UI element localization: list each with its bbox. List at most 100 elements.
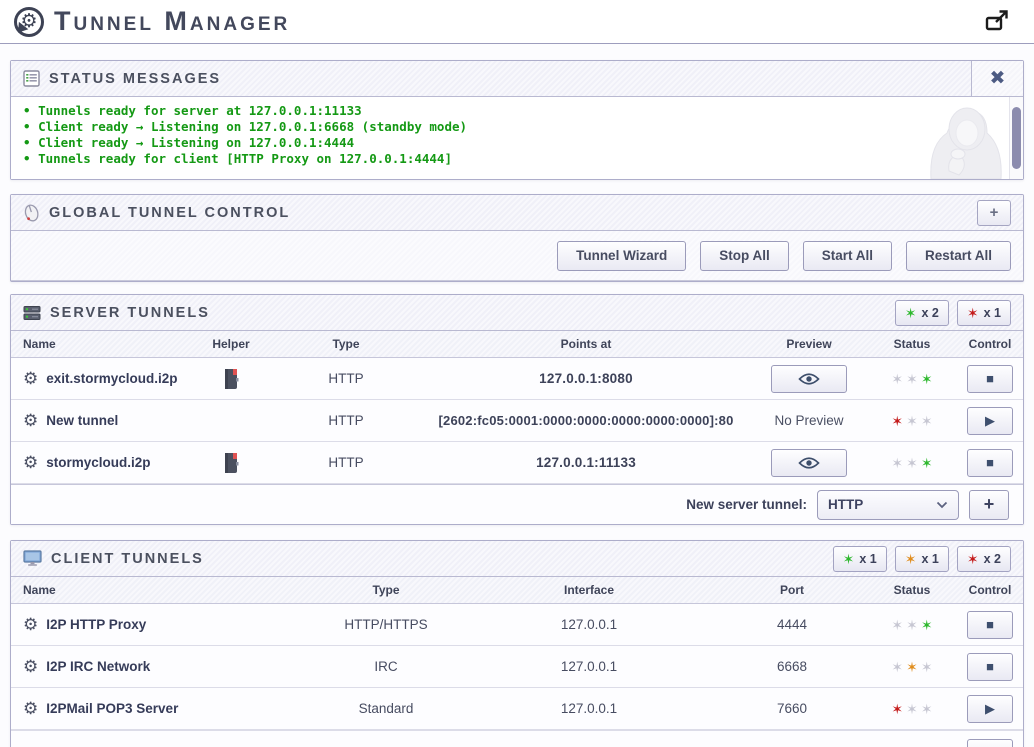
server-tunnel-row: ⚙New tunnel HTTP [2602:fc05:0001:0000:00… — [11, 400, 1023, 442]
client-table-header: Name Type Interface Port Status Control — [11, 577, 1023, 604]
console-message: Tunnels ready for server at 127.0.0.1:11… — [23, 103, 901, 119]
red-star-icon: ✶ — [967, 306, 979, 320]
global-control-title: Global Tunnel Control — [49, 205, 290, 221]
gear-bubble-icon: ⚙ — [20, 12, 37, 31]
new-server-tunnel-select[interactable]: HTTP — [817, 490, 959, 520]
orange-star-icon: ✶ — [906, 660, 918, 674]
gear-icon: ⚙ — [23, 700, 38, 717]
col-control: Control — [957, 583, 1023, 597]
gear-icon: ⚙ — [23, 370, 38, 387]
gray-star-icon: ✶ — [891, 456, 903, 470]
stopped-count-badge[interactable]: ✶x 2 — [957, 546, 1011, 572]
tunnel-name: I2PMail POP3 Server — [46, 701, 178, 716]
preview-button[interactable] — [771, 365, 847, 393]
control-button-partial[interactable] — [967, 739, 1013, 747]
client-tunnel-row: ⚙I2P HTTP Proxy HTTP/HTTPS 127.0.0.1 444… — [11, 604, 1023, 646]
badge-count: x 1 — [984, 306, 1001, 320]
col-control: Control — [957, 337, 1023, 351]
tunnel-name-link[interactable]: ⚙ I2PMail POP3 Server — [23, 700, 178, 717]
tunnel-name-link[interactable]: ⚙I2P IRC Network — [23, 658, 150, 675]
status-messages-title: Status Messages — [49, 71, 221, 87]
tunnel-name-link[interactable]: ⚙ New tunnel — [23, 412, 118, 429]
stop-tunnel-button[interactable]: ■ — [967, 365, 1013, 393]
col-points-at: Points at — [421, 337, 751, 351]
eye-icon — [798, 372, 820, 386]
gray-star-icon: ✶ — [891, 660, 903, 674]
col-name: Name — [11, 583, 311, 597]
close-icon: ✖ — [990, 67, 1006, 90]
gray-star-icon: ✶ — [921, 660, 933, 674]
addressbook-helper-icon[interactable] — [223, 452, 239, 474]
app-logo-icon: ⚙ — [14, 7, 44, 37]
status-stars: ✶✶✶ — [867, 702, 957, 716]
standby-count-badge[interactable]: ✶x 1 — [895, 546, 949, 572]
tunnel-type: IRC — [311, 659, 461, 674]
collapse-panel-button[interactable]: + — [977, 200, 1011, 226]
gear-icon: ⚙ — [23, 616, 38, 633]
gear-icon: ⚙ — [23, 412, 38, 429]
add-server-tunnel-button[interactable]: + — [969, 490, 1009, 520]
tunnel-interface: 127.0.0.1 — [461, 617, 717, 632]
green-star-icon: ✶ — [905, 306, 917, 320]
monitor-icon — [23, 550, 42, 567]
mouse-icon — [20, 201, 42, 224]
client-tunnels-panel: Client Tunnels ✶x 1 ✶x 1 ✶x 2 Name Type … — [10, 540, 1024, 747]
external-link-icon[interactable] — [984, 9, 1010, 35]
scrollbar-thumb[interactable] — [1012, 107, 1021, 169]
gray-star-icon: ✶ — [906, 372, 918, 386]
running-count-badge[interactable]: ✶x 1 — [833, 546, 887, 572]
client-tunnels-title: Client Tunnels — [51, 551, 204, 567]
page-title: Tunnel Manager — [54, 6, 290, 37]
gray-star-icon: ✶ — [906, 702, 918, 716]
badge-count: x 2 — [921, 306, 938, 320]
tunnel-points-at: [2602:fc05:0001:0000:0000:0000:0000:0000… — [421, 413, 751, 428]
gear-icon: ⚙ — [23, 658, 38, 675]
server-table-header: Name Helper Type Points at Preview Statu… — [11, 331, 1023, 358]
start-tunnel-button[interactable]: ▶ — [967, 695, 1013, 723]
addressbook-helper-icon[interactable] — [223, 368, 239, 390]
col-status: Status — [867, 583, 957, 597]
col-port: Port — [717, 583, 867, 597]
console-message: Client ready → Listening on 127.0.0.1:66… — [23, 119, 901, 135]
stopped-count-badge[interactable]: ✶ x 1 — [957, 300, 1011, 326]
green-star-icon: ✶ — [921, 456, 933, 470]
running-count-badge[interactable]: ✶ x 2 — [895, 300, 949, 326]
client-status-badges: ✶x 1 ✶x 1 ✶x 2 — [833, 546, 1011, 572]
tunnel-points-at: 127.0.0.1:11133 — [421, 455, 751, 470]
red-star-icon: ✶ — [891, 702, 903, 716]
console-messages: Tunnels ready for server at 127.0.0.1:11… — [11, 97, 913, 179]
start-tunnel-button[interactable]: ▶ — [967, 407, 1013, 435]
orange-star-icon: ✶ — [905, 552, 917, 566]
stop-tunnel-button[interactable]: ■ — [967, 611, 1013, 639]
restart-all-button[interactable]: Restart All — [906, 241, 1011, 271]
tunnel-name: I2P HTTP Proxy — [46, 617, 146, 632]
global-tunnel-control-panel: Global Tunnel Control + Tunnel Wizard St… — [10, 194, 1024, 282]
close-status-button[interactable]: ✖ — [971, 61, 1023, 96]
status-stars: ✶✶✶ — [867, 456, 957, 470]
tunnel-name: New tunnel — [46, 413, 118, 428]
col-status: Status — [867, 337, 957, 351]
status-scrollbar[interactable] — [1009, 97, 1023, 179]
col-type: Type — [311, 583, 461, 597]
start-all-button[interactable]: Start All — [803, 241, 892, 271]
tunnel-port: 6668 — [717, 659, 867, 674]
tunnel-name-link[interactable]: ⚙ stormycloud.i2p — [23, 454, 151, 471]
tunnel-wizard-button[interactable]: Tunnel Wizard — [557, 241, 686, 271]
preview-button[interactable] — [771, 449, 847, 477]
tunnel-name-link[interactable]: ⚙ I2P HTTP Proxy — [23, 616, 146, 633]
global-control-body: Tunnel Wizard Stop All Start All Restart… — [11, 231, 1023, 281]
tunnel-name: stormycloud.i2p — [46, 455, 150, 470]
badge-count: x 1 — [859, 552, 876, 566]
stop-all-button[interactable]: Stop All — [700, 241, 789, 271]
client-tunnels-header: Client Tunnels ✶x 1 ✶x 1 ✶x 2 — [11, 541, 1023, 577]
tunnel-type: HTTP/HTTPS — [311, 617, 461, 632]
status-messages-panel: Status Messages ✖ Tunnels ready for serv… — [10, 60, 1024, 180]
gray-star-icon: ✶ — [906, 456, 918, 470]
stop-tunnel-button[interactable]: ■ — [967, 653, 1013, 681]
stop-tunnel-button[interactable]: ■ — [967, 449, 1013, 477]
col-helper: Helper — [191, 337, 271, 351]
col-type: Type — [271, 337, 421, 351]
tunnel-name-link[interactable]: ⚙exit.stormycloud.i2p — [23, 370, 178, 387]
gray-star-icon: ✶ — [921, 702, 933, 716]
gear-icon: ⚙ — [23, 454, 38, 471]
